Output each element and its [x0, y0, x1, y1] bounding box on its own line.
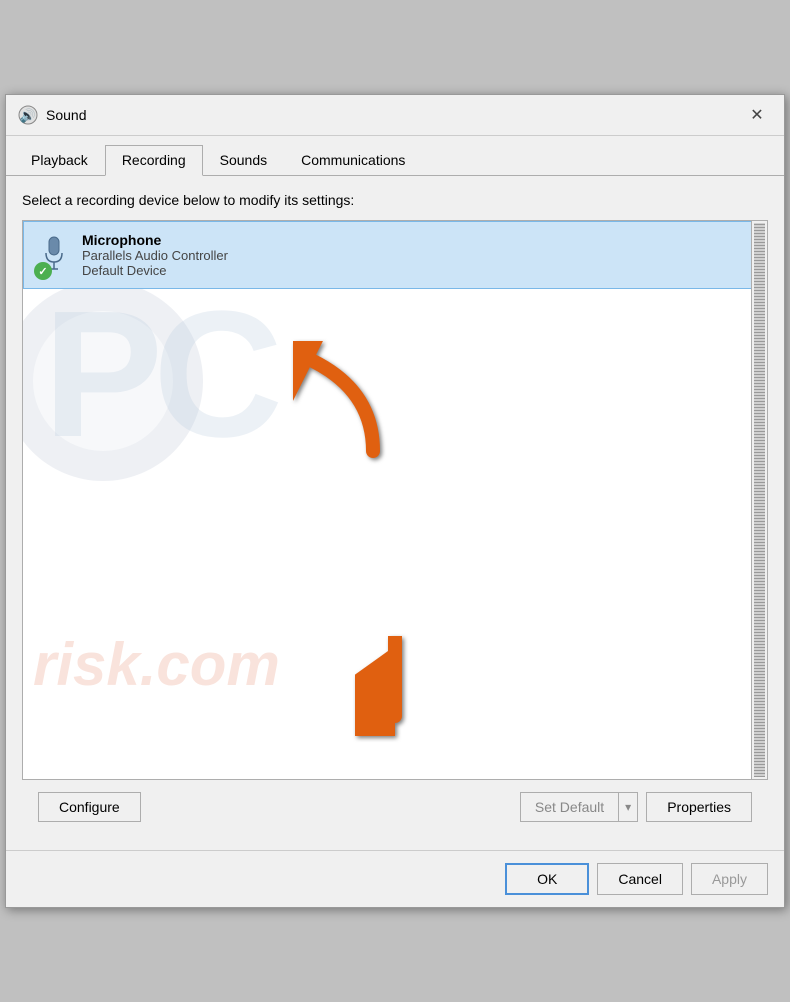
tab-recording[interactable]: Recording	[105, 145, 203, 176]
set-default-dropdown-button[interactable]: ▾	[618, 792, 638, 822]
tab-bar: Playback Recording Sounds Communications	[6, 136, 784, 176]
window-title: Sound	[46, 107, 742, 123]
action-buttons: Configure Set Default ▾ Properties	[22, 780, 768, 834]
dialog-buttons: OK Cancel Apply	[6, 850, 784, 907]
tab-sounds[interactable]: Sounds	[203, 145, 284, 176]
cancel-button[interactable]: Cancel	[597, 863, 683, 895]
device-info: Microphone Parallels Audio Controller De…	[82, 232, 228, 278]
set-default-group: Set Default ▾	[520, 792, 638, 822]
ok-button[interactable]: OK	[505, 863, 589, 895]
device-item-microphone[interactable]: ✓ Microphone Parallels Audio Controller …	[23, 221, 767, 289]
device-controller: Parallels Audio Controller	[82, 248, 228, 263]
tab-content: Select a recording device below to modif…	[6, 176, 784, 850]
set-default-button[interactable]: Set Default	[520, 792, 618, 822]
apply-button[interactable]: Apply	[691, 863, 768, 895]
sound-dialog: 🔊 Sound ✕ Playback Recording Sounds Comm…	[5, 94, 785, 908]
device-list[interactable]: PC risk.com ✓ Microphone Par	[22, 220, 768, 780]
arrow-up-right	[293, 341, 413, 464]
arrow-down	[355, 636, 435, 739]
properties-button[interactable]: Properties	[646, 792, 752, 822]
tab-playback[interactable]: Playback	[14, 145, 105, 176]
device-icon-area: ✓	[34, 230, 74, 280]
title-bar: 🔊 Sound ✕	[6, 95, 784, 136]
svg-text:🔊: 🔊	[20, 107, 36, 124]
sound-icon: 🔊	[18, 105, 38, 125]
tab-communications[interactable]: Communications	[284, 145, 422, 176]
device-name: Microphone	[82, 232, 228, 248]
watermark: PC risk.com	[23, 221, 751, 779]
default-check-icon: ✓	[34, 262, 52, 280]
scroll-thumb[interactable]	[754, 223, 765, 777]
configure-button[interactable]: Configure	[38, 792, 141, 822]
instruction-text: Select a recording device below to modif…	[22, 192, 768, 208]
device-status: Default Device	[82, 263, 228, 278]
scrollbar[interactable]	[751, 221, 767, 779]
close-button[interactable]: ✕	[742, 103, 772, 127]
